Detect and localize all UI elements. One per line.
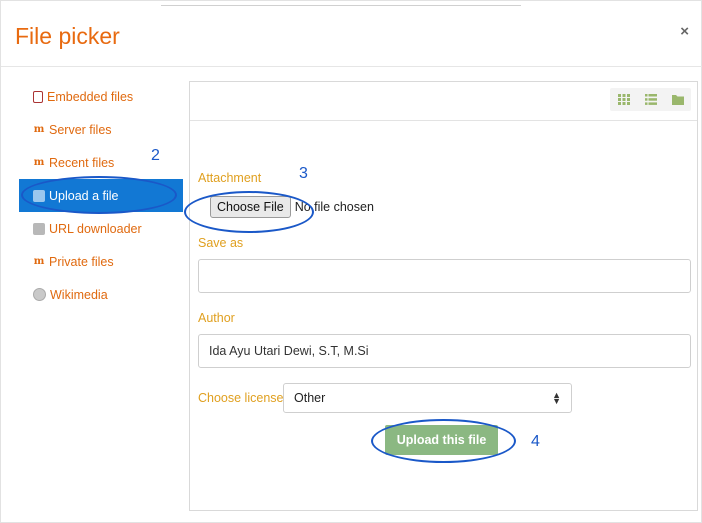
dialog-title: File picker [15,23,120,49]
author-label: Author [198,311,235,325]
sidebar-item-label: Server files [49,122,112,137]
choose-file-button[interactable]: Choose File [210,196,291,218]
save-as-label: Save as [198,236,244,250]
view-toolbar [190,82,697,121]
upload-this-file-button[interactable]: Upload this file [385,425,498,455]
sidebar-item-url-downloader[interactable]: URL downloader [13,212,183,245]
license-selected-value: Other [294,391,326,405]
upload-icon [33,189,45,202]
moodle-icon: m [33,256,45,267]
dialog-header: File picker × [1,9,702,67]
sidebar-item-private-files[interactable]: m Private files [13,245,183,278]
sidebar-item-label: Embedded files [47,89,134,104]
no-file-chosen-text: No file chosen [294,200,374,214]
sidebar-item-upload-a-file[interactable]: Upload a file [19,179,183,212]
file-input[interactable]: Choose File No file chosen [210,196,374,218]
attachment-label: Attachment [198,171,262,185]
annotation-number: 3 [299,165,308,182]
sidebar-item-label: Private files [49,254,114,269]
sidebar-item-label: Wikimedia [50,287,108,302]
moodle-icon: m [33,157,45,168]
sidebar-item-label: Upload a file [49,188,119,203]
author-input[interactable]: Ida Ayu Utari Dewi, S.T, M.Si [198,334,691,368]
folder-view-icon[interactable] [664,88,691,111]
sidebar-item-server-files[interactable]: m Server files [13,113,183,146]
view-switcher [610,88,691,111]
sidebar-item-wikimedia[interactable]: Wikimedia [13,278,183,311]
repository-sidebar: Embedded files m Server files m Recent f… [13,80,183,311]
grid-view-icon[interactable] [610,88,637,111]
save-as-input[interactable] [198,259,691,293]
divider [161,5,521,6]
select-arrows-icon: ▲ ▼ [552,390,561,406]
list-view-icon[interactable] [637,88,664,111]
url-icon [33,222,45,235]
annotation-number: 4 [531,433,540,450]
sidebar-item-embedded-files[interactable]: Embedded files [13,80,183,113]
moodle-icon: m [33,124,45,135]
annotation-number: 2 [151,147,160,164]
file-picker-dialog: File picker × Embedded files m Server fi… [0,0,702,523]
globe-icon [33,288,46,301]
license-select[interactable]: Other ▲ ▼ [283,383,572,413]
license-label: Choose license [198,391,284,405]
sidebar-item-label: Recent files [49,155,115,170]
file-icon [33,90,43,103]
sidebar-item-label: URL downloader [49,221,142,236]
close-icon[interactable]: × [680,23,689,40]
